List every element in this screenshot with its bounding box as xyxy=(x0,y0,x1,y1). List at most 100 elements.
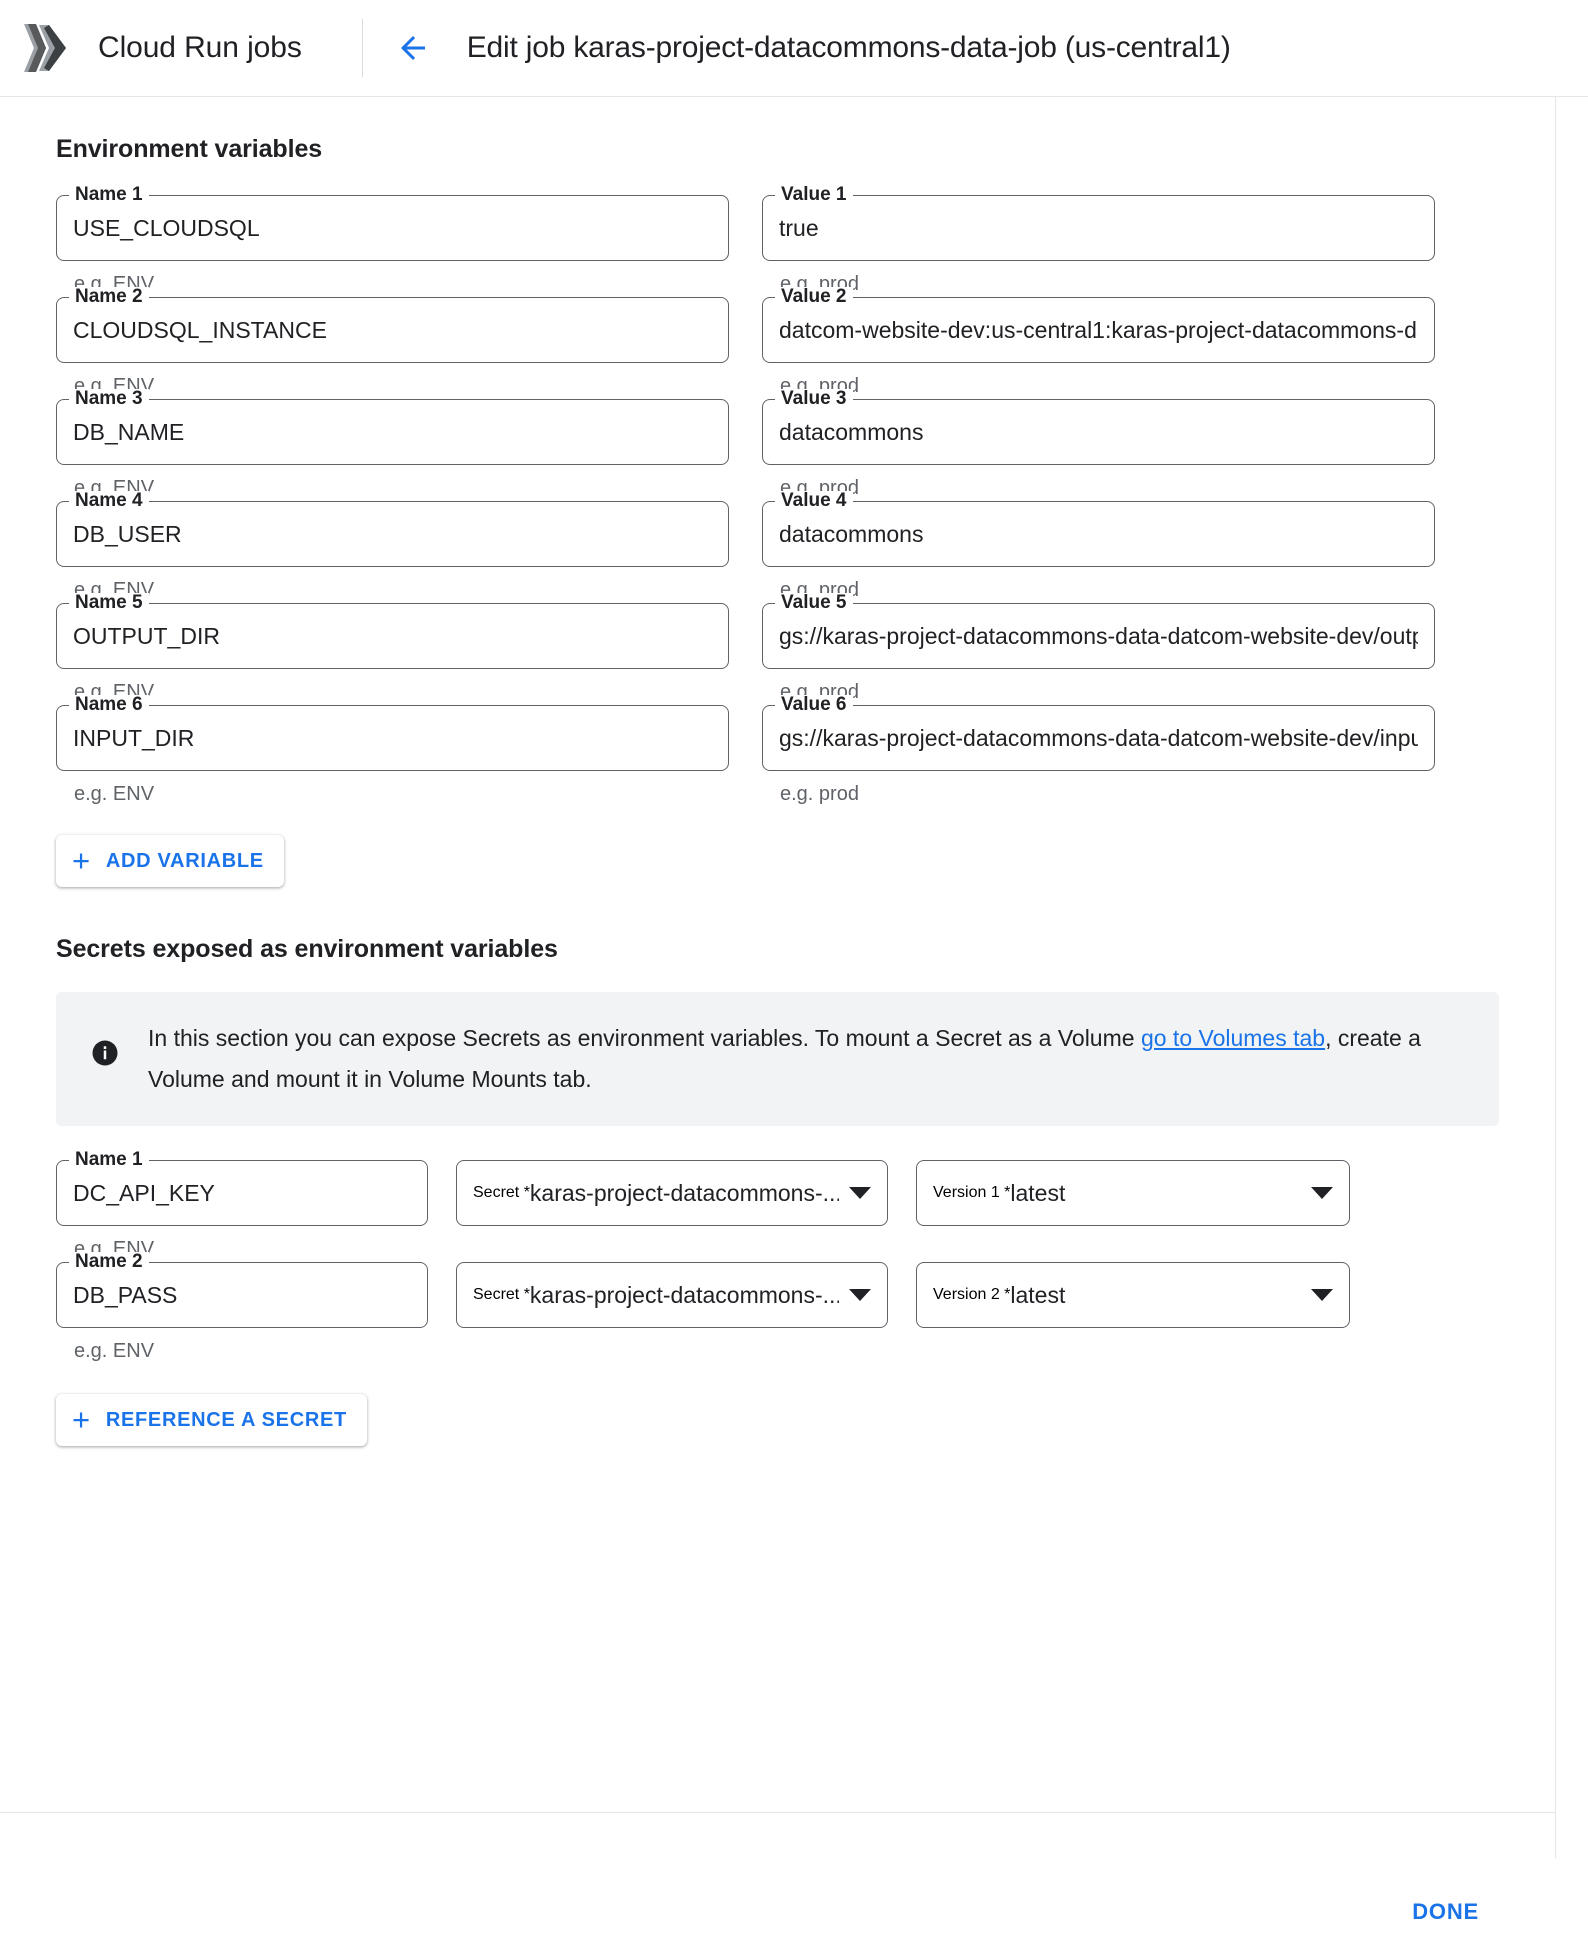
secret-row: Name 1 DC_API_KEY e.g. ENV Secret * kara… xyxy=(56,1150,1499,1262)
env-value-legend-3: Value 3 xyxy=(775,389,853,409)
secret-select-cell: Secret * karas-project-datacommons-... xyxy=(456,1160,888,1262)
secrets-heading: Secrets exposed as environment variables xyxy=(56,935,558,963)
env-name-cell: Name 5 OUTPUT_DIR e.g. ENV xyxy=(56,593,729,705)
secret-name-cell: Name 1 DC_API_KEY e.g. ENV xyxy=(56,1150,428,1262)
env-name-legend-6: Name 6 xyxy=(69,695,149,715)
secrets-rows: Name 1 DC_API_KEY e.g. ENV Secret * kara… xyxy=(56,1150,1499,1364)
env-value-field-6[interactable]: Value 6 gs://karas-project-datacommons-d… xyxy=(762,695,1435,771)
secret-select-legend-1: Secret * xyxy=(473,1184,530,1201)
env-name-value-4: DB_USER xyxy=(73,520,182,547)
env-value-legend-2: Value 2 xyxy=(775,287,853,307)
product-title: Cloud Run jobs xyxy=(98,31,302,64)
plus-icon: + xyxy=(72,1401,91,1437)
secret-select-cell: Secret * karas-project-datacommons-... xyxy=(456,1262,888,1364)
add-variable-button[interactable]: + ADD VARIABLE xyxy=(56,835,284,887)
env-value-field-1[interactable]: Value 1 true xyxy=(762,185,1435,261)
env-name-legend-3: Name 3 xyxy=(69,389,149,409)
page-shell: Environment variables Name 1 USE_CLOUDSQ… xyxy=(0,97,1588,1924)
app-header: Cloud Run jobs Edit job karas-project-da… xyxy=(0,0,1588,97)
env-value-field-5[interactable]: Value 5 gs://karas-project-datacommons-d… xyxy=(762,593,1435,669)
env-name-value-6: INPUT_DIR xyxy=(73,724,195,751)
env-variables-rows: Name 1 USE_CLOUDSQL e.g. ENV Value 1 tru… xyxy=(56,185,1499,807)
env-value-hint-4: e.g. prod xyxy=(780,579,859,601)
env-value-field-4[interactable]: Value 4 datacommons xyxy=(762,491,1435,567)
env-variable-row: Name 5 OUTPUT_DIR e.g. ENV Value 5 gs://… xyxy=(56,593,1499,705)
env-value-field-2[interactable]: Value 2 datcom-website-dev:us-central1:k… xyxy=(762,287,1435,363)
env-value-value-6: gs://karas-project-datacommons-data-datc… xyxy=(779,724,1418,751)
right-rail-divider xyxy=(1555,97,1556,1858)
env-name-hint-3: e.g. ENV xyxy=(74,477,155,499)
env-name-legend-5: Name 5 xyxy=(69,593,149,613)
env-value-legend-4: Value 4 xyxy=(775,491,853,511)
env-variable-row: Name 2 CLOUDSQL_INSTANCE e.g. ENV Value … xyxy=(56,287,1499,399)
version-select-legend-1: Version 1 * xyxy=(933,1184,1011,1201)
env-value-value-5: gs://karas-project-datacommons-data-datc… xyxy=(779,622,1418,649)
env-name-cell: Name 3 DB_NAME e.g. ENV xyxy=(56,389,729,501)
reference-a-secret-button[interactable]: + REFERENCE A SECRET xyxy=(56,1394,367,1446)
secret-name-legend-1: Name 1 xyxy=(69,1150,149,1170)
env-name-value-2: CLOUDSQL_INSTANCE xyxy=(73,316,327,343)
main-content: Environment variables Name 1 USE_CLOUDSQ… xyxy=(0,97,1555,1924)
version-select-1[interactable]: Version 1 * latest xyxy=(916,1160,1350,1226)
version-select-value-1: latest xyxy=(1010,1179,1066,1206)
secrets-info-banner: In this section you can expose Secrets a… xyxy=(56,992,1499,1126)
secret-row: Name 2 DB_PASS e.g. ENV Secret * karas-p… xyxy=(56,1252,1499,1364)
env-value-legend-6: Value 6 xyxy=(775,695,853,715)
secret-name-field-2[interactable]: Name 2 DB_PASS xyxy=(56,1252,428,1328)
add-variable-label: ADD VARIABLE xyxy=(105,849,264,872)
secret-select-value-2: karas-project-datacommons-... xyxy=(529,1281,839,1308)
env-name-legend-2: Name 2 xyxy=(69,287,149,307)
secrets-info-text: In this section you can expose Secrets a… xyxy=(148,1018,1448,1100)
env-name-hint-4: e.g. ENV xyxy=(74,579,155,601)
env-name-field-6[interactable]: Name 6 INPUT_DIR xyxy=(56,695,729,771)
header-divider xyxy=(361,19,363,77)
env-value-cell: Value 1 true e.g. prod xyxy=(762,185,1435,297)
env-name-field-4[interactable]: Name 4 DB_USER xyxy=(56,491,729,567)
env-value-field-3[interactable]: Value 3 datacommons xyxy=(762,389,1435,465)
env-variables-heading: Environment variables xyxy=(56,135,323,163)
secret-version-cell: Version 2 * latest xyxy=(916,1262,1350,1364)
env-value-hint-2: e.g. prod xyxy=(780,375,859,397)
env-value-cell: Value 2 datcom-website-dev:us-central1:k… xyxy=(762,287,1435,399)
go-to-volumes-tab-link[interactable]: go to Volumes tab xyxy=(1141,1025,1325,1051)
secret-select-legend-2: Secret * xyxy=(473,1286,530,1303)
env-name-cell: Name 1 USE_CLOUDSQL e.g. ENV xyxy=(56,185,729,297)
version-select-legend-2: Version 2 * xyxy=(933,1286,1011,1303)
env-value-hint-1: e.g. prod xyxy=(780,273,859,295)
secret-select-1[interactable]: Secret * karas-project-datacommons-... xyxy=(456,1160,888,1226)
env-name-field-2[interactable]: Name 2 CLOUDSQL_INSTANCE xyxy=(56,287,729,363)
env-name-field-5[interactable]: Name 5 OUTPUT_DIR xyxy=(56,593,729,669)
env-value-cell: Value 6 gs://karas-project-datacommons-d… xyxy=(762,695,1435,807)
env-name-legend-4: Name 4 xyxy=(69,491,149,511)
secret-name-hint-2: e.g. ENV xyxy=(74,1340,155,1362)
secret-name-value-1: DC_API_KEY xyxy=(73,1179,215,1206)
reference-a-secret-label: REFERENCE A SECRET xyxy=(105,1408,347,1431)
env-variable-row: Name 6 INPUT_DIR e.g. ENV Value 6 gs://k… xyxy=(56,695,1499,807)
env-value-cell: Value 5 gs://karas-project-datacommons-d… xyxy=(762,593,1435,705)
chevron-down-icon xyxy=(1311,1289,1333,1301)
version-select-2[interactable]: Version 2 * latest xyxy=(916,1262,1350,1328)
cloud-run-chevron-logo-icon xyxy=(14,17,76,79)
env-name-cell: Name 6 INPUT_DIR e.g. ENV xyxy=(56,695,729,807)
env-value-legend-5: Value 5 xyxy=(775,593,853,613)
done-button[interactable]: DONE xyxy=(1398,1889,1493,1935)
env-value-value-2: datcom-website-dev:us-central1:karas-pro… xyxy=(779,316,1418,343)
env-value-hint-3: e.g. prod xyxy=(780,477,859,499)
env-name-cell: Name 4 DB_USER e.g. ENV xyxy=(56,491,729,603)
env-name-field-1[interactable]: Name 1 USE_CLOUDSQL xyxy=(56,185,729,261)
env-value-legend-1: Value 1 xyxy=(775,185,853,205)
env-name-hint-2: e.g. ENV xyxy=(74,375,155,397)
env-name-cell: Name 2 CLOUDSQL_INSTANCE e.g. ENV xyxy=(56,287,729,399)
back-arrow-icon[interactable] xyxy=(385,20,441,76)
env-variable-row: Name 3 DB_NAME e.g. ENV Value 3 datacomm… xyxy=(56,389,1499,501)
env-variable-row: Name 1 USE_CLOUDSQL e.g. ENV Value 1 tru… xyxy=(56,185,1499,297)
secret-name-field-1[interactable]: Name 1 DC_API_KEY xyxy=(56,1150,428,1226)
secret-name-legend-2: Name 2 xyxy=(69,1252,149,1272)
env-value-cell: Value 3 datacommons e.g. prod xyxy=(762,389,1435,501)
env-value-hint-5: e.g. prod xyxy=(780,681,859,703)
secret-name-cell: Name 2 DB_PASS e.g. ENV xyxy=(56,1252,428,1364)
secret-select-value-1: karas-project-datacommons-... xyxy=(529,1179,839,1206)
secret-select-2[interactable]: Secret * karas-project-datacommons-... xyxy=(456,1262,888,1328)
env-value-value-3: datacommons xyxy=(779,418,924,445)
env-name-field-3[interactable]: Name 3 DB_NAME xyxy=(56,389,729,465)
